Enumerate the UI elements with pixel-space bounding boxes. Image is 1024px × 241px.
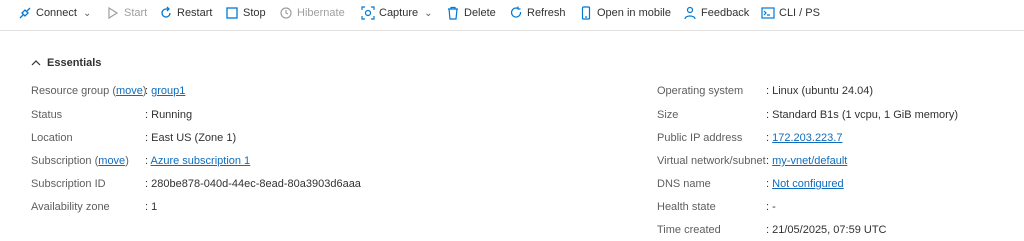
- resource-group-row: Resource group (move): [31, 85, 147, 97]
- plug-icon: [18, 6, 32, 20]
- feedback-icon: [683, 6, 697, 20]
- subscription-id-label: Subscription ID: [31, 178, 106, 190]
- command-bar: Connect ⌄ Start Restart Stop Hibernate C…: [0, 0, 1024, 31]
- vnet-link[interactable]: my-vnet/default: [772, 155, 847, 167]
- essentials-toggle[interactable]: Essentials: [31, 57, 101, 69]
- delete-button[interactable]: Delete: [446, 0, 496, 26]
- feedback-button[interactable]: Feedback: [683, 0, 749, 26]
- refresh-button[interactable]: Refresh: [509, 0, 566, 26]
- stop-icon: [225, 6, 239, 20]
- status-value-cell: : Running: [145, 109, 193, 121]
- cli-ps-button[interactable]: CLI / PS: [761, 0, 820, 26]
- resource-group-label: Resource group: [31, 85, 110, 97]
- health-state-value-cell: : -: [766, 201, 776, 213]
- chevron-up-icon: [31, 60, 41, 66]
- subscription-row: Subscription (move): [31, 155, 129, 167]
- refresh-icon: [509, 6, 523, 20]
- os-value-cell: : Linux (ubuntu 24.04): [766, 85, 874, 97]
- hibernate-button[interactable]: Hibernate: [279, 0, 345, 26]
- status-value: Running: [151, 109, 193, 121]
- subscription-id-value: 280be878-040d-44ec-8ead-80a3903d6aaa: [151, 178, 361, 190]
- cli-ps-label: CLI / PS: [779, 7, 820, 19]
- refresh-label: Refresh: [527, 7, 566, 19]
- public-ip-link[interactable]: 172.203.223.7: [772, 132, 842, 144]
- size-label: Size: [657, 109, 679, 121]
- subscription-label: Subscription: [31, 155, 92, 167]
- time-created-label: Time created: [657, 224, 721, 236]
- size-value: Standard B1s (1 vcpu, 1 GiB memory): [772, 109, 958, 121]
- size-value-cell: : Standard B1s (1 vcpu, 1 GiB memory): [766, 109, 958, 121]
- stop-button[interactable]: Stop: [225, 0, 266, 26]
- vnet-value-cell: : my-vnet/default: [766, 155, 848, 167]
- dns-name-label: DNS name: [657, 178, 711, 190]
- mobile-icon: [579, 6, 593, 20]
- connect-button[interactable]: Connect ⌄: [18, 0, 91, 26]
- subscription-id-value-cell: : 280be878-040d-44ec-8ead-80a3903d6aaa: [145, 178, 361, 190]
- delete-label: Delete: [464, 7, 496, 19]
- subscription-value-cell: : Azure subscription 1: [145, 155, 251, 167]
- chevron-down-icon[interactable]: ⌄: [424, 8, 432, 19]
- stop-label: Stop: [243, 7, 266, 19]
- open-in-mobile-button[interactable]: Open in mobile: [579, 0, 671, 26]
- dns-name-link[interactable]: Not configured: [772, 178, 844, 190]
- feedback-label: Feedback: [701, 7, 750, 19]
- health-state-value: -: [772, 201, 776, 213]
- start-label: Start: [124, 7, 148, 19]
- vnet-label: Virtual network/subnet: [657, 155, 766, 167]
- time-created-value: 21/05/2025, 07:59 UTC: [772, 224, 887, 236]
- resource-group-value-cell: : group1: [145, 85, 186, 97]
- status-label: Status: [31, 109, 63, 121]
- restart-label: Restart: [177, 7, 213, 19]
- subscription-move-link[interactable]: move: [98, 155, 125, 167]
- subscription-link[interactable]: Azure subscription 1: [151, 155, 251, 167]
- capture-icon: [361, 6, 375, 20]
- clock-icon: [279, 6, 293, 20]
- open-in-mobile-label: Open in mobile: [597, 7, 671, 19]
- essentials-title: Essentials: [47, 57, 102, 69]
- resource-group-move-link[interactable]: move: [116, 85, 143, 97]
- start-button[interactable]: Start: [106, 0, 147, 26]
- location-label: Location: [31, 132, 73, 144]
- capture-label: Capture: [379, 7, 419, 19]
- public-ip-label: Public IP address: [657, 132, 743, 144]
- availability-zone-label: Availability zone: [31, 201, 110, 213]
- trash-icon: [446, 6, 460, 20]
- health-state-label: Health state: [657, 201, 716, 213]
- availability-zone-value: 1: [151, 201, 158, 213]
- restart-button[interactable]: Restart: [159, 0, 212, 26]
- public-ip-value-cell: : 172.203.223.7: [766, 132, 843, 144]
- location-value: East US (Zone 1): [151, 132, 237, 144]
- connect-label: Connect: [36, 7, 77, 19]
- capture-button[interactable]: Capture ⌄: [361, 0, 433, 26]
- hibernate-label: Hibernate: [297, 7, 345, 19]
- cli-icon: [761, 6, 775, 20]
- time-created-value-cell: : 21/05/2025, 07:59 UTC: [766, 224, 887, 236]
- os-value: Linux (ubuntu 24.04): [772, 85, 874, 97]
- play-icon: [106, 6, 120, 20]
- os-label: Operating system: [657, 85, 744, 97]
- location-value-cell: : East US (Zone 1): [145, 132, 237, 144]
- dns-name-value-cell: : Not configured: [766, 178, 844, 190]
- chevron-down-icon[interactable]: ⌄: [83, 8, 91, 19]
- restart-icon: [159, 6, 173, 20]
- availability-zone-value-cell: : 1: [145, 201, 158, 213]
- resource-group-link[interactable]: group1: [151, 85, 185, 97]
